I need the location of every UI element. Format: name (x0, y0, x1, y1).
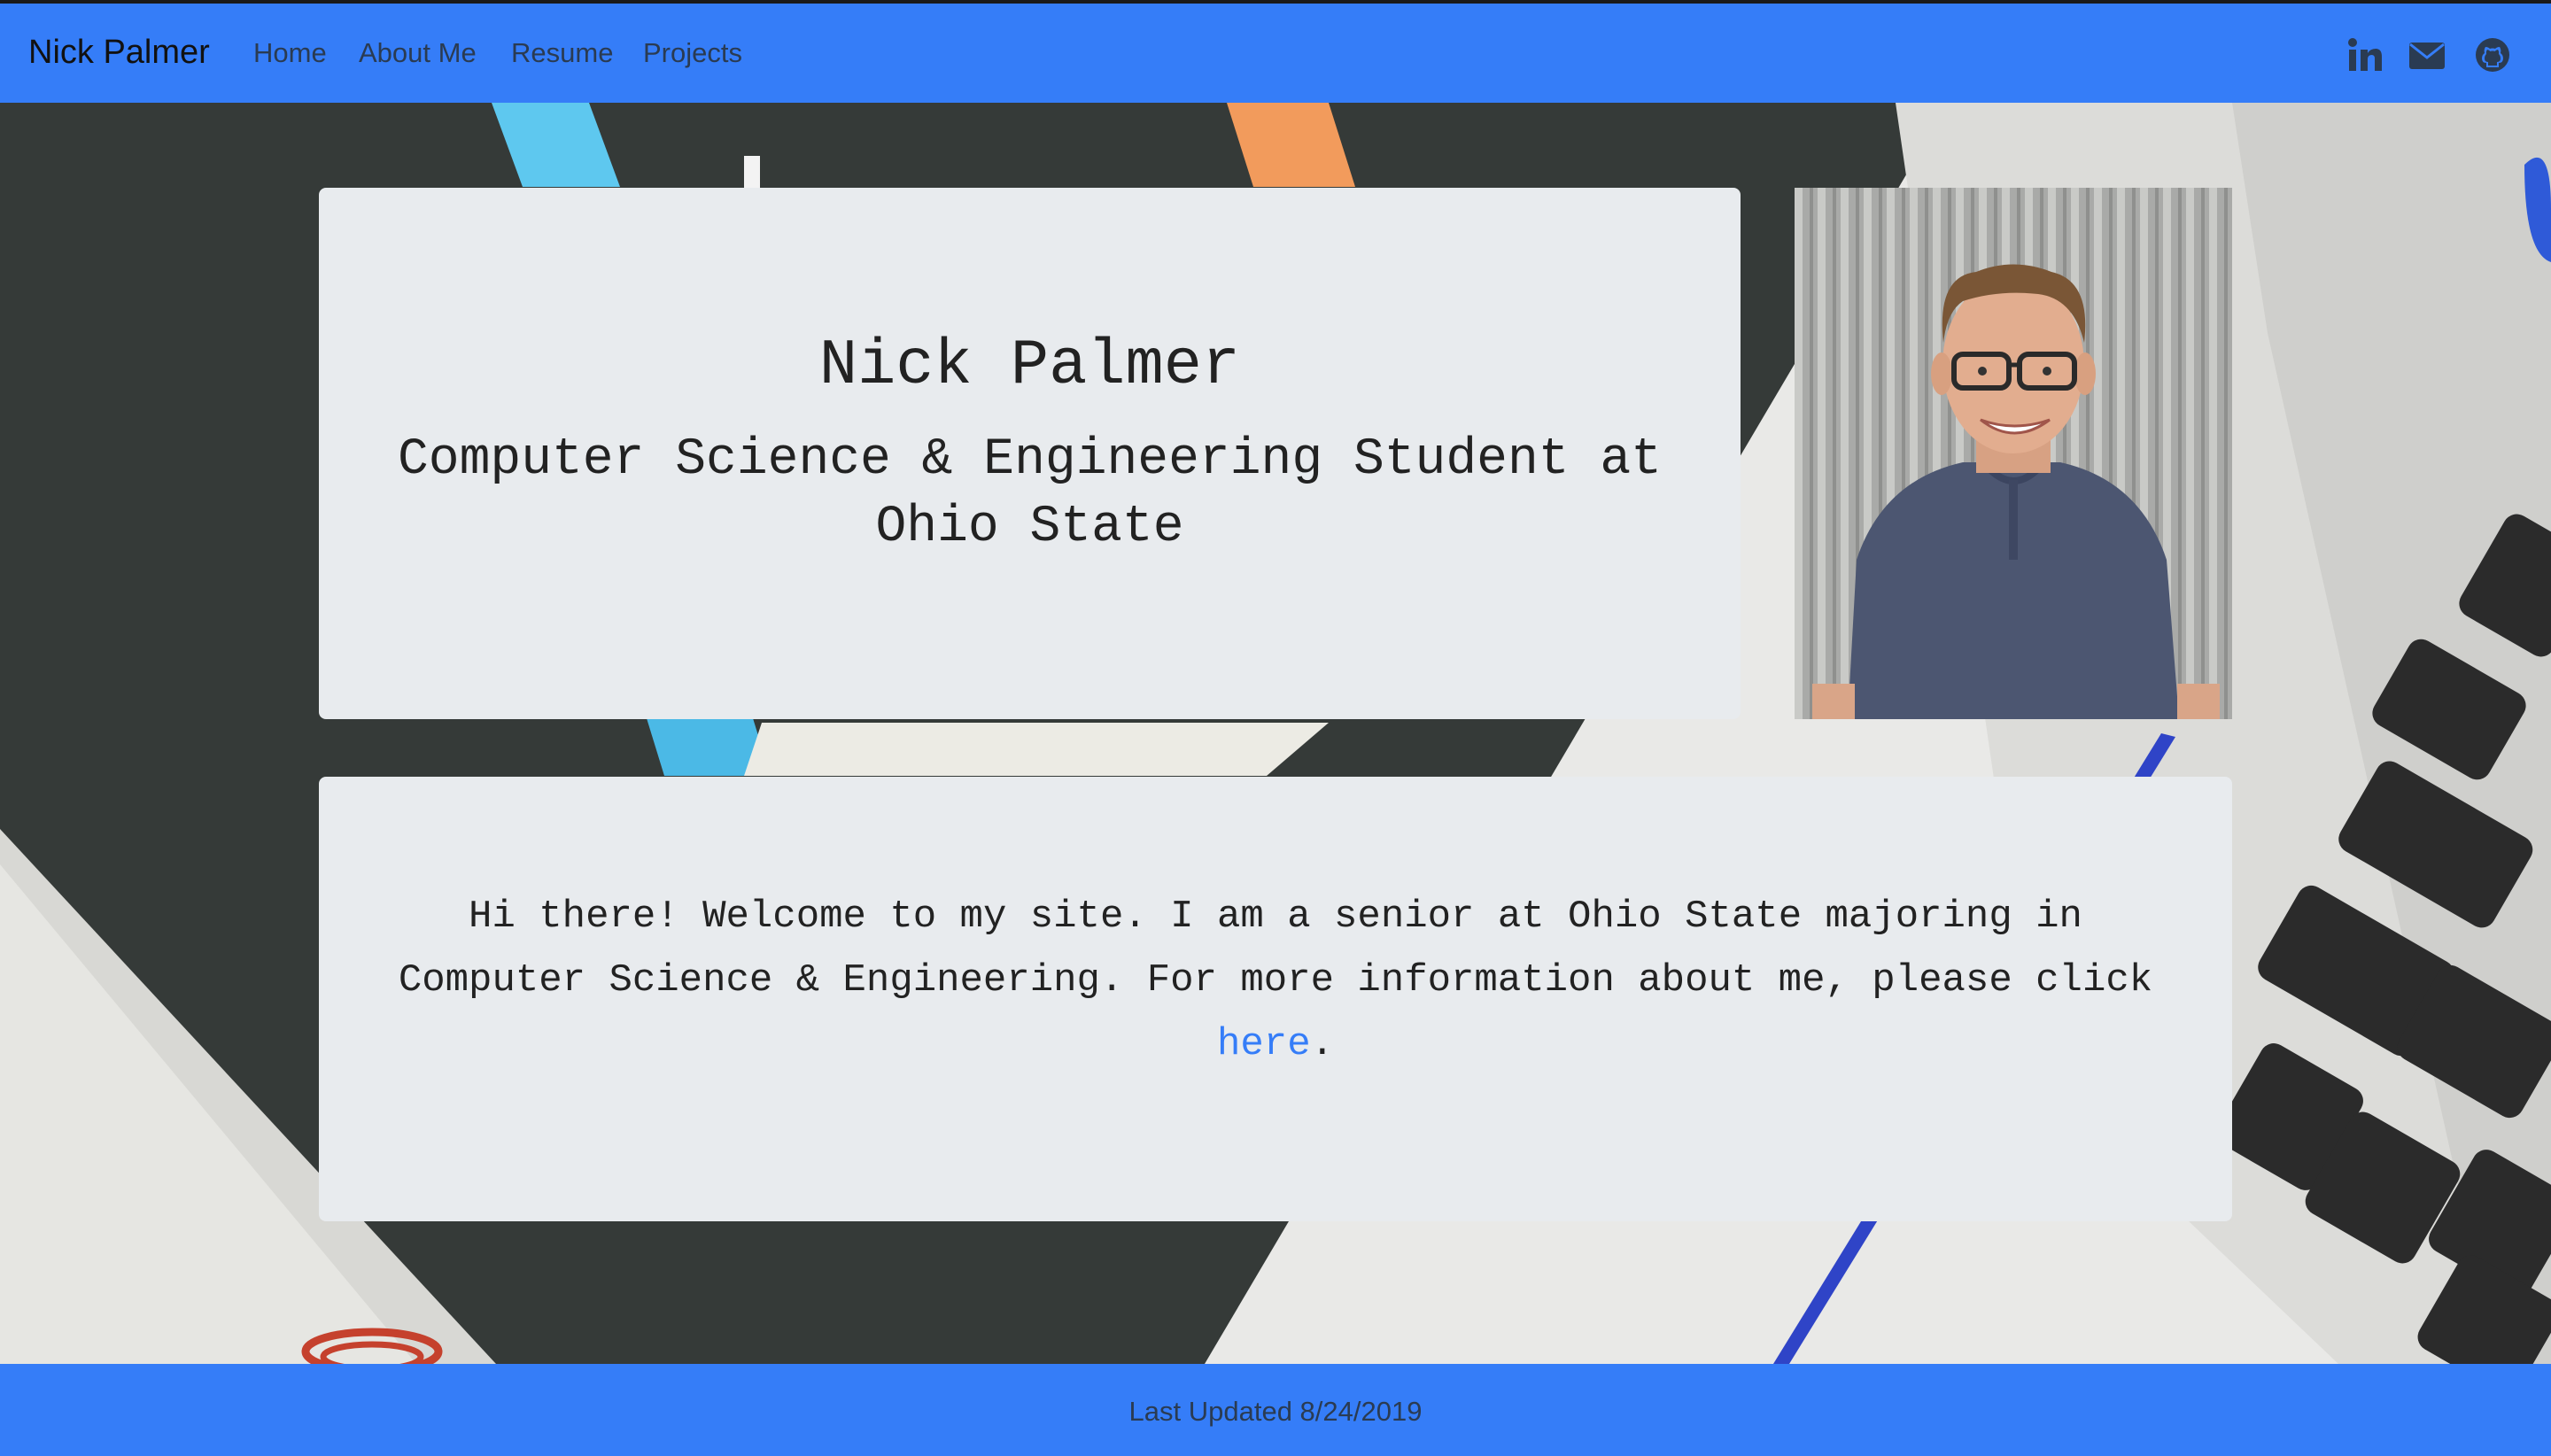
github-icon[interactable] (2473, 35, 2512, 74)
about-card: Hi there! Welcome to my site. I am a sen… (319, 777, 2232, 1221)
hero-card: Nick Palmer Computer Science & Engineeri… (319, 188, 1741, 719)
linkedin-icon[interactable] (2346, 35, 2384, 74)
nav-about-me[interactable]: About Me (359, 37, 477, 69)
about-here-link[interactable]: here (1217, 1022, 1311, 1066)
last-updated-text: Last Updated 8/24/2019 (1128, 1396, 1423, 1427)
footer: Last Updated 8/24/2019 (0, 1364, 2551, 1456)
about-text-end: . (1310, 1022, 1335, 1066)
mail-icon[interactable] (2408, 35, 2446, 74)
nav-projects[interactable]: Projects (643, 37, 742, 69)
hero-subtitle: Computer Science & Engineering Student a… (397, 431, 1663, 556)
brand-link[interactable]: Nick Palmer (28, 34, 210, 72)
profile-photo (1795, 188, 2232, 719)
about-paragraph: Hi there! Welcome to my site. I am a sen… (390, 885, 2161, 1076)
hero-name: Nick Palmer (818, 329, 1241, 402)
nav-home[interactable]: Home (253, 37, 327, 69)
navbar: Nick Palmer Home About Me Resume Project… (0, 4, 2551, 103)
nav-resume[interactable]: Resume (511, 37, 613, 69)
about-text: Hi there! Welcome to my site. I am a sen… (398, 895, 2153, 1003)
